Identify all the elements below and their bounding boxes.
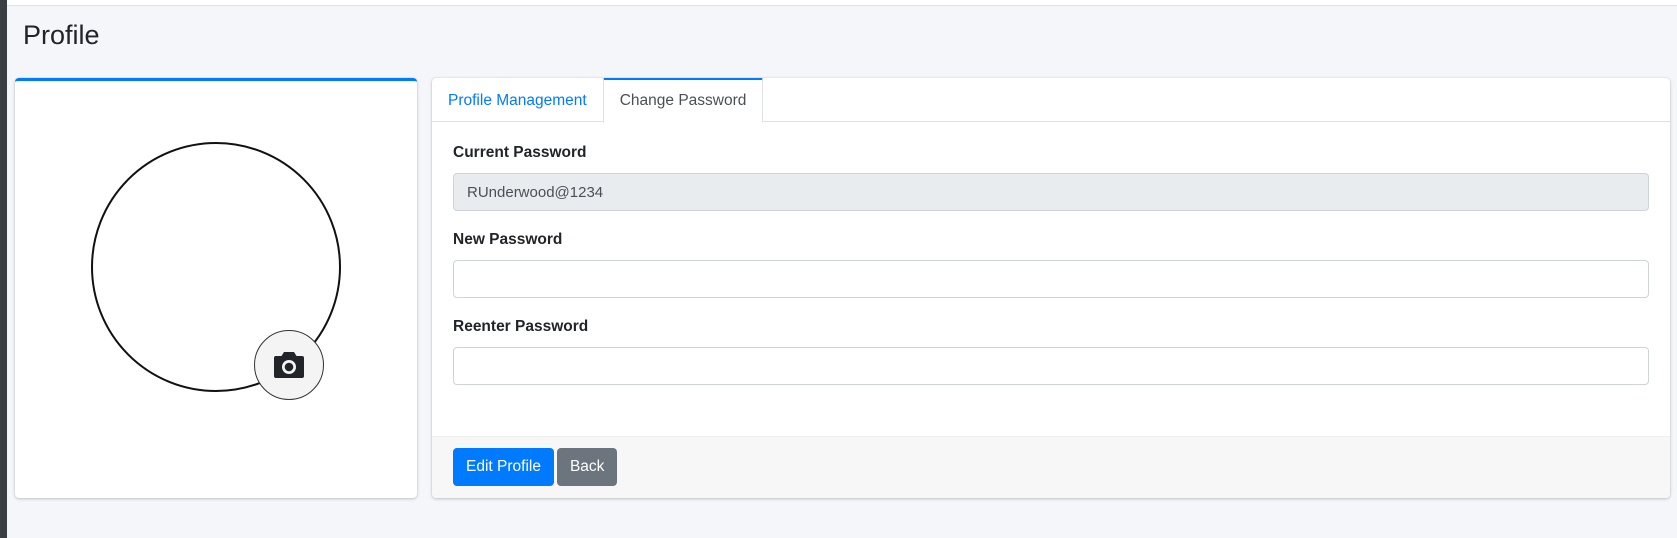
- back-button[interactable]: Back: [556, 448, 618, 486]
- current-password-label: Current Password: [453, 144, 587, 161]
- card-footer: Edit Profile Back: [432, 436, 1670, 498]
- reenter-password-field[interactable]: [453, 347, 1649, 385]
- tab-bar: Profile Management Change Password: [432, 78, 1670, 123]
- edit-profile-button[interactable]: Edit Profile: [453, 448, 554, 486]
- new-password-field[interactable]: [453, 260, 1649, 298]
- camera-icon: [274, 352, 304, 378]
- page-title: Profile: [23, 20, 100, 50]
- reenter-password-label: Reenter Password: [453, 318, 589, 335]
- tab-profile-management[interactable]: Profile Management: [432, 78, 603, 123]
- change-password-form: Current Password RUnderwood@1234 New Pas…: [432, 122, 1670, 385]
- password-card: Profile Management Change Password Curre…: [432, 78, 1670, 498]
- avatar-card: [15, 78, 417, 498]
- tab-change-password[interactable]: Change Password: [602, 78, 764, 123]
- top-navbar: [7, 0, 1677, 6]
- upload-photo-button[interactable]: [254, 330, 324, 400]
- window-edge: [0, 0, 7, 538]
- current-password-field[interactable]: RUnderwood@1234: [453, 173, 1649, 211]
- new-password-label: New Password: [453, 231, 563, 248]
